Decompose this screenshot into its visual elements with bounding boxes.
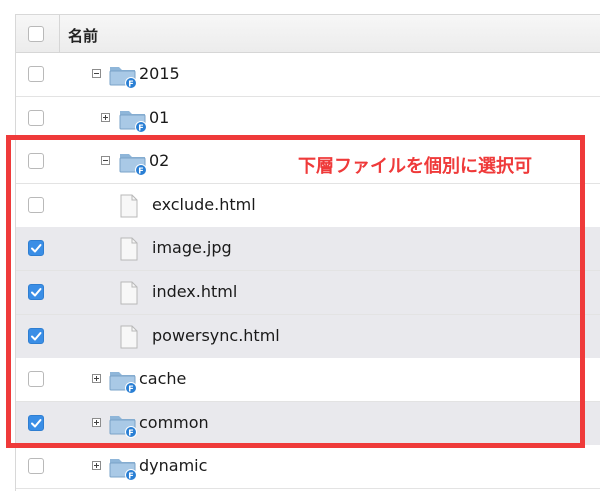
file-icon [119, 281, 139, 305]
row-label[interactable]: 02 [149, 151, 169, 170]
folder-icon: F [119, 149, 149, 177]
plus-box-icon[interactable] [92, 417, 101, 427]
row-label[interactable]: index.html [152, 282, 237, 301]
row-checkbox[interactable] [28, 196, 44, 213]
row-checkbox[interactable] [28, 458, 44, 475]
row-checkbox[interactable] [28, 109, 44, 126]
tree-row[interactable]: powersync.html [16, 314, 600, 359]
tree-row[interactable]: Fdynamic [16, 445, 600, 490]
row-label[interactable]: 2015 [139, 64, 180, 83]
svg-text:F: F [128, 385, 133, 394]
tree-row[interactable]: image.jpg [16, 227, 600, 272]
tree-row[interactable]: Fcache [16, 358, 600, 403]
row-label[interactable]: dynamic [139, 456, 207, 475]
tree-row[interactable]: F 2015 [16, 53, 600, 97]
row-checkbox-cell [16, 358, 59, 401]
minus-box-icon[interactable] [101, 156, 110, 166]
file-icon [119, 325, 139, 349]
row-label[interactable]: powersync.html [152, 326, 280, 345]
name-column-header: 名前 [68, 27, 99, 45]
tree-row[interactable]: index.html [16, 271, 600, 315]
folder-icon: F [109, 367, 139, 395]
row-label[interactable]: exclude.html [152, 195, 256, 214]
tree-row[interactable]: F 01 [16, 96, 600, 141]
row-checkbox-cell [16, 227, 59, 270]
select-all-checkbox[interactable] [28, 26, 44, 42]
svg-text:F: F [138, 123, 143, 132]
minus-box-icon[interactable] [92, 69, 101, 78]
row-label[interactable]: 01 [149, 108, 169, 127]
row-checkbox-cell [16, 271, 59, 314]
header-checkbox-cell [16, 15, 60, 52]
svg-text:F: F [128, 428, 133, 437]
plus-box-icon[interactable] [92, 374, 101, 384]
row-checkbox-cell [16, 445, 59, 488]
row-checkbox[interactable] [28, 327, 44, 344]
plus-box-icon[interactable] [92, 461, 101, 471]
row-checkbox-cell [16, 53, 59, 96]
row-checkbox-cell [16, 140, 59, 183]
row-checkbox[interactable] [28, 371, 44, 388]
row-checkbox-cell [16, 315, 59, 358]
annotation-text: 下層ファイルを個別に選択可 [298, 156, 532, 177]
folder-icon: F [109, 454, 139, 482]
row-checkbox[interactable] [28, 153, 44, 170]
svg-text:F: F [128, 80, 133, 89]
row-checkbox[interactable] [28, 240, 44, 257]
row-label[interactable]: image.jpg [152, 238, 232, 257]
tree-row[interactable]: Fcommon [16, 401, 600, 446]
row-checkbox-cell [16, 402, 59, 445]
row-checkbox[interactable] [28, 414, 44, 431]
row-checkbox-cell [16, 184, 59, 227]
tree-row[interactable]: exclude.html [16, 183, 600, 228]
file-tree-panel: 名前 F 2015 F 01 F 02 exclude.html image.jpg index… [15, 14, 600, 491]
folder-icon: F [109, 411, 139, 439]
row-checkbox-cell [16, 97, 59, 140]
file-icon [119, 194, 139, 218]
row-label[interactable]: cache [139, 369, 186, 388]
file-icon [119, 237, 139, 261]
svg-text:F: F [128, 472, 133, 481]
folder-icon: F [109, 62, 139, 90]
svg-text:F: F [138, 167, 143, 176]
row-label[interactable]: common [139, 413, 209, 432]
row-checkbox[interactable] [28, 66, 44, 82]
row-checkbox[interactable] [28, 284, 44, 300]
tree-header: 名前 [16, 15, 600, 53]
plus-box-icon[interactable] [101, 112, 110, 122]
folder-icon: F [119, 106, 149, 134]
